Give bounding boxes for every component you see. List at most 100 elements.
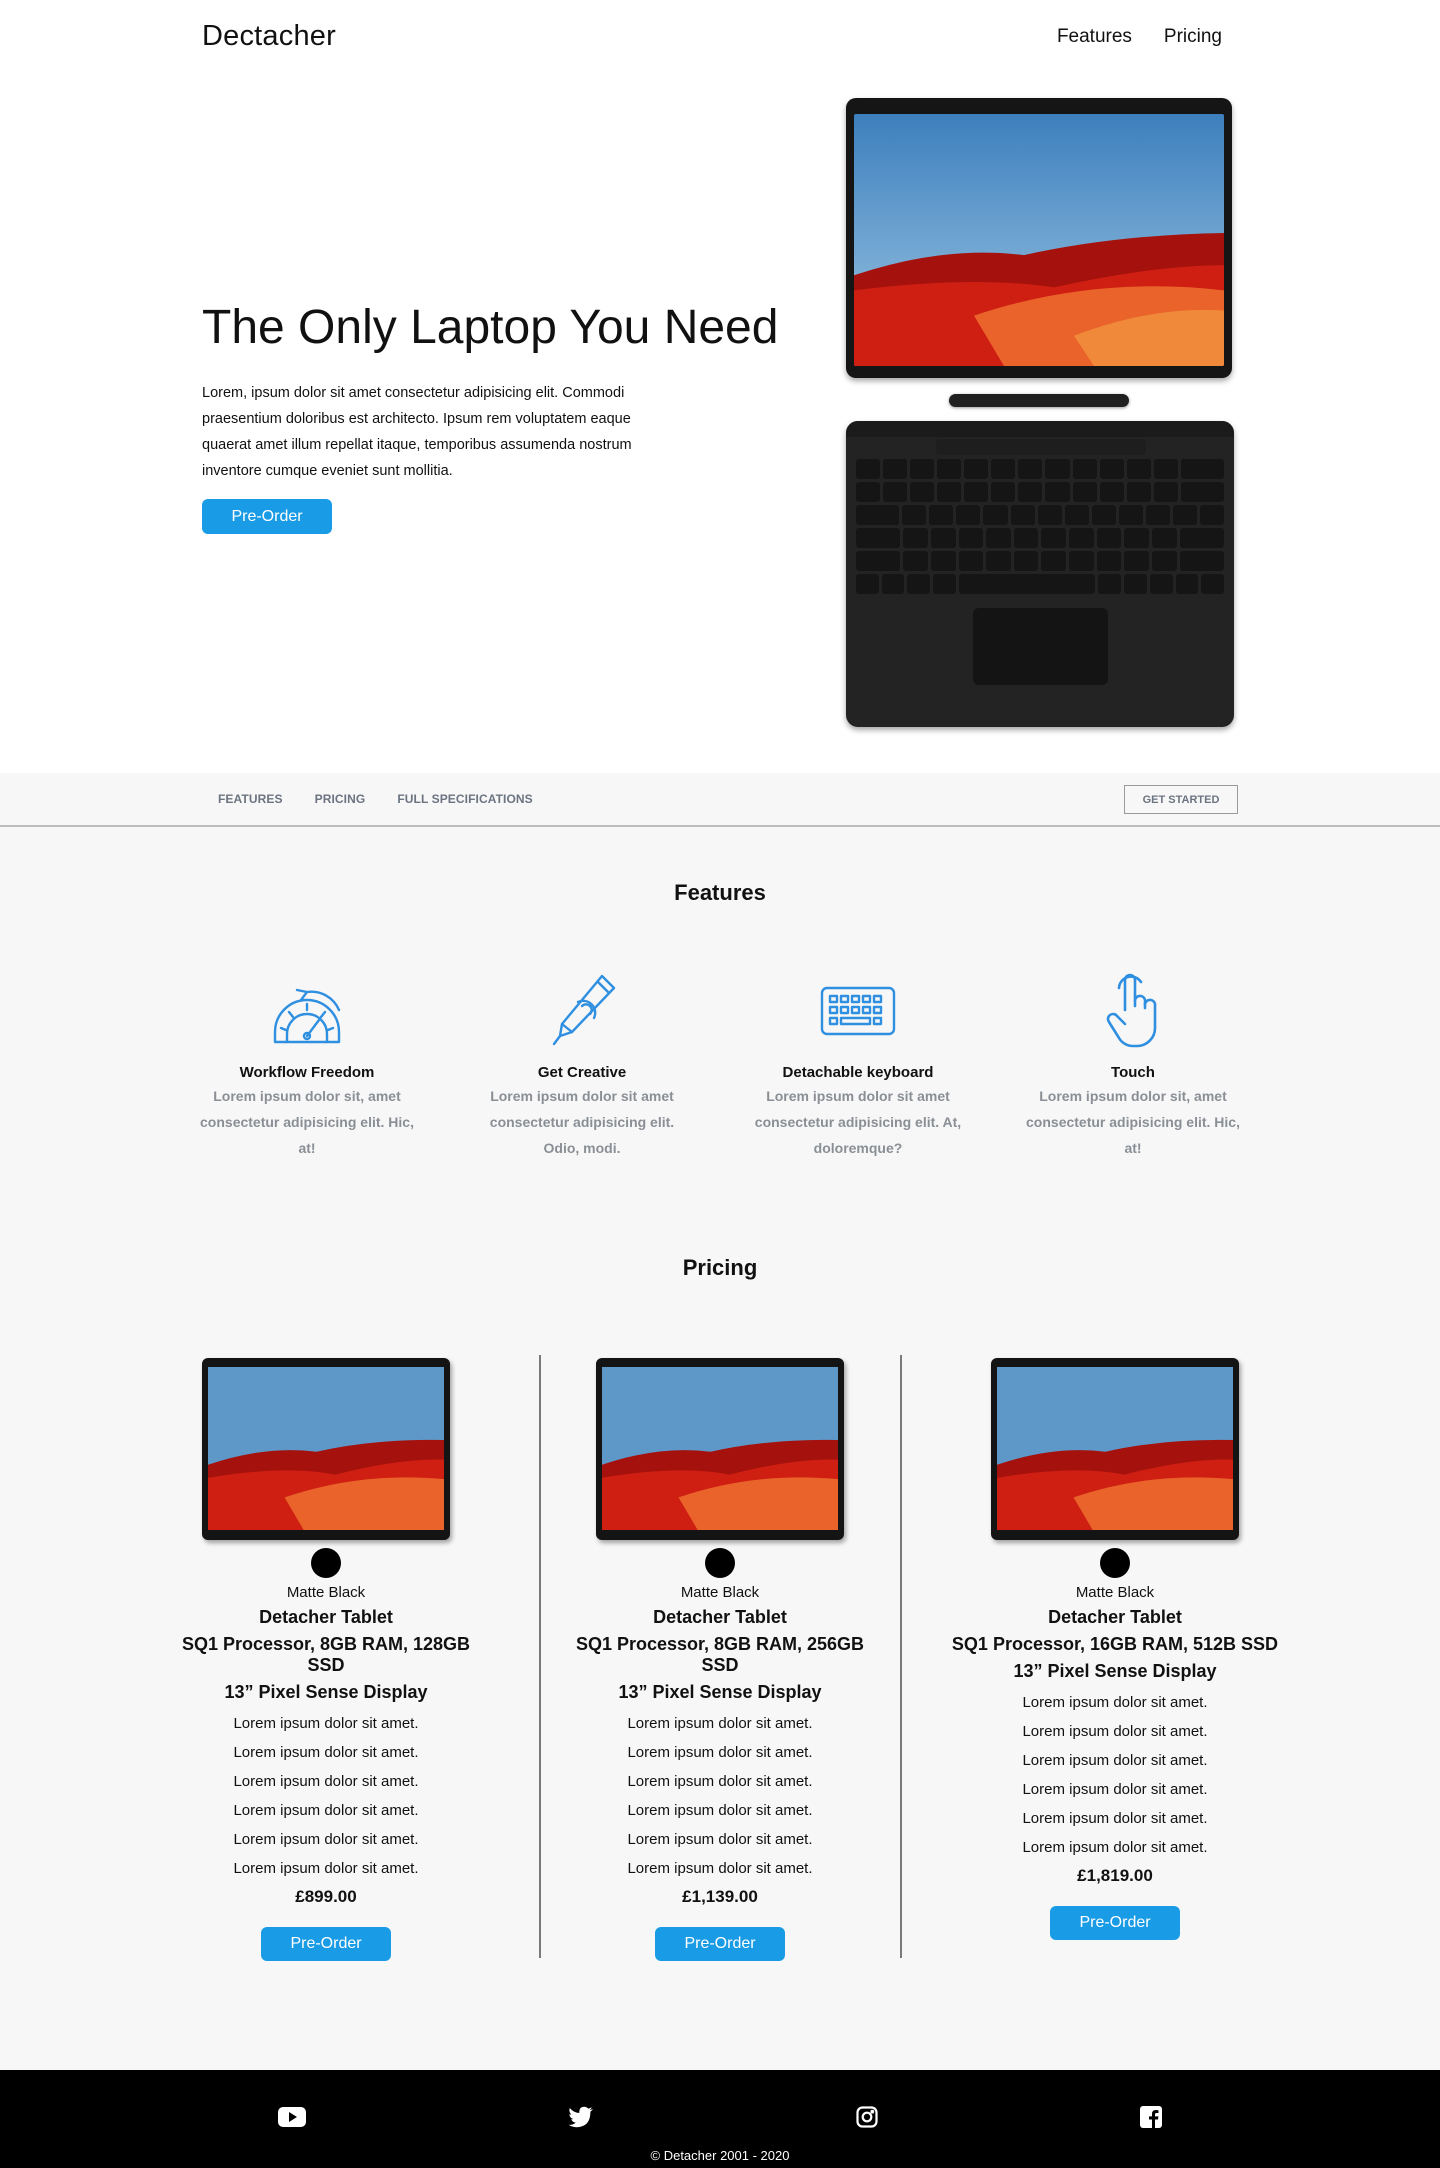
- plan-price: £1,819.00: [1077, 1866, 1153, 1885]
- plan-preorder-button[interactable]: Pre-Order: [655, 1927, 785, 1961]
- feature-title: Get Creative: [537, 1064, 627, 1081]
- pricing-plan-256gb: Matte Black Detacher Tablet SQ1 Processo…: [555, 1358, 885, 1961]
- list-item: Lorem ipsum dolor sit amet.: [233, 1802, 419, 1819]
- features-title: Features: [674, 880, 766, 905]
- section-nav: FEATURES PRICING FULL SPECIFICATIONS GET…: [0, 773, 1440, 827]
- key: [902, 505, 927, 525]
- plan-display: 13” Pixel Sense Display: [618, 1682, 822, 1702]
- nav-link-pricing[interactable]: Pricing: [1164, 26, 1222, 48]
- key: [1041, 528, 1067, 548]
- section-nav-full-specifications[interactable]: FULL SPECIFICATIONS: [397, 792, 532, 806]
- keyboard-row: [856, 551, 1224, 571]
- list-item: Lorem ipsum dolor sit amet.: [233, 1831, 419, 1848]
- get-started-button[interactable]: GET STARTED: [1124, 785, 1238, 814]
- key: [964, 482, 989, 502]
- list-item: Lorem ipsum dolor sit amet.: [233, 1715, 419, 1732]
- hero-preorder-button[interactable]: Pre-Order: [202, 499, 332, 534]
- key: [1018, 459, 1043, 479]
- key: [903, 551, 928, 571]
- key: [986, 528, 1011, 548]
- plan-preorder-button[interactable]: Pre-Order: [1050, 1906, 1180, 1940]
- key: [1037, 505, 1062, 525]
- key: [1175, 574, 1199, 594]
- landscape-wallpaper: [208, 1367, 444, 1530]
- plan-feature-list: Lorem ipsum dolor sit amet. Lorem ipsum …: [555, 1709, 885, 1883]
- key: [1069, 551, 1094, 571]
- facebook-icon[interactable]: [1136, 2102, 1166, 2132]
- pricing-divider: [900, 1355, 902, 1958]
- plan-display: 13” Pixel Sense Display: [224, 1682, 428, 1702]
- list-item: Lorem ipsum dolor sit amet.: [1022, 1810, 1208, 1827]
- section-nav-links: FEATURES PRICING FULL SPECIFICATIONS: [218, 792, 533, 806]
- key: [1045, 482, 1070, 502]
- key: [881, 574, 905, 594]
- key: [1018, 482, 1043, 502]
- feature-get-creative: Get Creative Lorem ipsum dolor sit amet …: [472, 970, 692, 1161]
- key: [930, 551, 956, 571]
- trackpad: [972, 608, 1108, 685]
- key: [956, 505, 981, 525]
- color-swatch-matte-black[interactable]: [311, 1548, 341, 1578]
- key: [856, 505, 900, 525]
- hero-section: Dectacher Features Pricing The Only Lapt…: [0, 0, 1440, 773]
- key: [910, 482, 935, 502]
- plan-preorder-button[interactable]: Pre-Order: [261, 1927, 391, 1961]
- keyboard-row: [856, 574, 1225, 594]
- color-swatch-matte-black[interactable]: [1100, 1548, 1130, 1578]
- key: [1096, 551, 1122, 571]
- key: [937, 482, 962, 502]
- key: [933, 574, 956, 594]
- feature-description: Lorem ipsum dolor sit, amet consectetur …: [200, 1088, 414, 1156]
- tablet-screen-frame: [846, 98, 1232, 378]
- key: [983, 505, 1008, 525]
- key: [1180, 459, 1225, 479]
- key: [929, 505, 954, 525]
- brand-logo[interactable]: Dectacher: [202, 20, 336, 53]
- key: [1126, 459, 1151, 479]
- key: [1201, 574, 1225, 594]
- pen-tray: [936, 439, 1146, 455]
- plan-spec: SQ1 Processor, 8GB RAM, 128GB SSD: [181, 1634, 471, 1675]
- key: [937, 459, 962, 479]
- landscape-wallpaper: [997, 1367, 1233, 1530]
- list-item: Lorem ipsum dolor sit amet.: [627, 1831, 813, 1848]
- plan-name: Detacher Tablet: [1048, 1607, 1182, 1627]
- touch-icon: [1106, 973, 1157, 1048]
- key: [1041, 551, 1067, 571]
- pricing-title: Pricing: [682, 1255, 758, 1280]
- key: [1145, 505, 1170, 525]
- list-item: Lorem ipsum dolor sit amet.: [1022, 1781, 1208, 1798]
- key: [907, 574, 931, 594]
- feature-title: Touch: [1111, 1064, 1155, 1081]
- speedometer-icon: [273, 988, 341, 1044]
- section-nav-features[interactable]: FEATURES: [218, 792, 283, 806]
- copyright: © Detacher 2001 - 2020: [650, 2148, 790, 2163]
- detachable-keyboard: [846, 421, 1234, 727]
- youtube-icon[interactable]: [277, 2102, 307, 2132]
- key: [1045, 459, 1070, 479]
- plan-spec: SQ1 Processor, 8GB RAM, 256GB SSD: [575, 1634, 865, 1675]
- key: [958, 551, 984, 571]
- key: [1151, 551, 1177, 571]
- key: [1151, 528, 1177, 548]
- feature-detachable-keyboard: Detachable keyboard Lorem ipsum dolor si…: [748, 970, 968, 1161]
- list-item: Lorem ipsum dolor sit amet.: [627, 1773, 813, 1790]
- plan-name: Detacher Tablet: [259, 1607, 393, 1627]
- key: [1179, 528, 1224, 548]
- section-nav-pricing[interactable]: PRICING: [315, 792, 366, 806]
- pricing-plan-128gb: Matte Black Detacher Tablet SQ1 Processo…: [161, 1358, 491, 1961]
- list-item: Lorem ipsum dolor sit amet.: [627, 1802, 813, 1819]
- space-key: [958, 574, 1096, 594]
- twitter-icon[interactable]: [566, 2102, 596, 2132]
- plan-color-name: Matte Black: [1075, 1584, 1155, 1601]
- list-item: Lorem ipsum dolor sit amet.: [1022, 1694, 1208, 1711]
- list-item: Lorem ipsum dolor sit amet.: [627, 1715, 813, 1732]
- key: [1069, 528, 1094, 548]
- feature-title: Detachable keyboard: [782, 1064, 934, 1081]
- nav-link-features[interactable]: Features: [1057, 26, 1132, 48]
- tablet-product-image: [202, 1358, 450, 1540]
- color-swatch-matte-black[interactable]: [705, 1548, 735, 1578]
- instagram-icon[interactable]: [852, 2102, 882, 2132]
- list-item: Lorem ipsum dolor sit amet.: [1022, 1839, 1208, 1856]
- key: [1013, 528, 1039, 548]
